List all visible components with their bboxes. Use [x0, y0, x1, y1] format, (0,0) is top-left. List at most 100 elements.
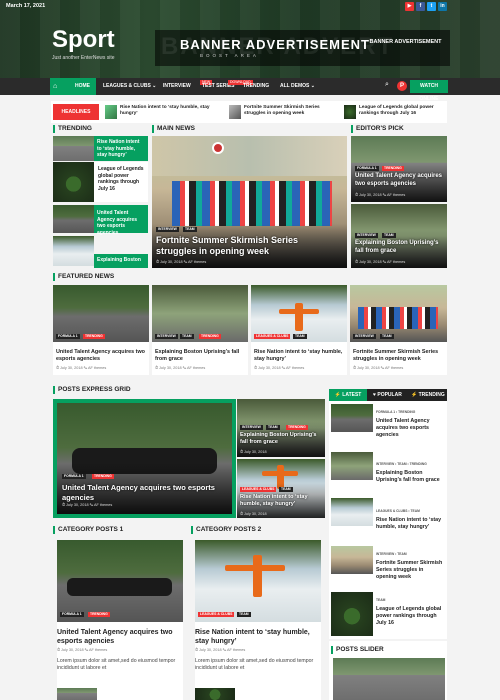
youtube-icon[interactable]: ▶: [405, 2, 414, 11]
watch-online-button[interactable]: WATCH ONLINE: [410, 80, 448, 102]
cat1-title[interactable]: United Talent Agency acquires two esport…: [57, 628, 179, 646]
banner-advertisement[interactable]: BANNER ADVERT BANNER ADVERTISEMENT BOOST…: [155, 30, 450, 66]
featured-title[interactable]: Fortnite Summer Skirmish Series struggle…: [353, 349, 443, 363]
section-editors-pick: EDITOR'S PICK: [351, 125, 404, 133]
sidebar-tags: INTERVIEW • TEAM • TRENDING: [376, 462, 427, 466]
sidebar-thumb[interactable]: [331, 452, 373, 480]
facebook-icon[interactable]: f: [416, 2, 425, 11]
ticker-thumb[interactable]: [105, 105, 117, 119]
sidebar-thumb[interactable]: [331, 592, 373, 636]
tag[interactable]: FORMULA 1: [62, 474, 86, 479]
express-big-title[interactable]: United Talent Agency acquires two esport…: [62, 483, 222, 502]
tag[interactable]: INTERVIEW: [353, 334, 376, 339]
pinterest-icon[interactable]: P: [397, 81, 407, 91]
trending-card[interactable]: Explaining Boston: [94, 254, 148, 268]
featured-meta: ⏱ July 30, 2018 ✎ AF themes: [56, 366, 107, 370]
tab-popular[interactable]: ♥ POPULAR: [373, 389, 402, 401]
ticker-thumb[interactable]: [229, 105, 241, 119]
banner-side-label: BANNER ADVERTISEMENT: [369, 39, 442, 45]
search-icon[interactable]: ⌕: [385, 81, 389, 89]
sidebar-title[interactable]: United Talent Agency acquires two esport…: [376, 418, 444, 439]
tag[interactable]: TRENDING: [92, 474, 114, 479]
sidebar-thumb[interactable]: [331, 498, 373, 526]
nav-trending[interactable]: TRENDING: [243, 78, 269, 95]
cat2-image[interactable]: [195, 540, 321, 622]
tag[interactable]: TEAM: [293, 334, 307, 339]
tab-latest[interactable]: ⚡ LATEST: [329, 389, 367, 401]
cat1-image[interactable]: [57, 540, 183, 622]
section-posts-slider: POSTS SLIDER: [331, 646, 384, 654]
nav-all-demos[interactable]: ALL DEMOS ⌄: [280, 78, 315, 95]
cat2-thumb[interactable]: [195, 688, 235, 700]
tag[interactable]: INTERVIEW: [240, 425, 263, 430]
cat1-thumb[interactable]: [57, 688, 97, 700]
featured-title[interactable]: Explaining Boston Uprising’s fall from g…: [155, 349, 245, 363]
tag[interactable]: TEAM: [180, 334, 194, 339]
tag[interactable]: LEAGUES & CLUBS: [240, 487, 277, 492]
tag[interactable]: TEAM: [380, 334, 394, 339]
tag[interactable]: INTERVIEW: [355, 233, 378, 238]
sidebar-title[interactable]: Fortnite Summer Skirmish Series struggle…: [376, 560, 444, 581]
home-icon[interactable]: ⌂: [53, 78, 57, 95]
tag[interactable]: TEAM: [266, 425, 280, 430]
tag[interactable]: FORMULA 1: [56, 334, 80, 339]
trending-card[interactable]: United Talent Agency acquires two esport…: [94, 205, 148, 236]
ticker-item[interactable]: Rise Nation intent to ‘stay humble, stay…: [120, 105, 225, 117]
tag[interactable]: TRENDING: [382, 166, 404, 171]
headlines-label: HEADLINES: [53, 104, 99, 120]
tag[interactable]: INTERVIEW: [155, 334, 178, 339]
featured-meta: ⏱ July 30, 2018 ✎ AF themes: [155, 366, 206, 370]
tag[interactable]: LEAGUES & CLUBS: [198, 612, 235, 617]
headlines-ticker: HEADLINES Rise Nation intent to ‘stay hu…: [51, 101, 447, 123]
cat2-title[interactable]: Rise Nation intent to ‘stay humble, stay…: [195, 628, 317, 646]
slider-image[interactable]: [333, 658, 445, 700]
editors-pick-title[interactable]: Explaining Boston Uprising’s fall from g…: [355, 240, 443, 255]
trending-thumb[interactable]: [53, 162, 94, 202]
tab-trending[interactable]: ⚡ TRENDING: [411, 389, 445, 401]
express-big-meta: ⏱ July 30, 2018 ✎ AF themes: [62, 503, 113, 507]
trending-thumb[interactable]: [53, 136, 94, 161]
ticker-item[interactable]: Fortnite Summer Skirmish Series struggle…: [244, 105, 339, 117]
trending-thumb[interactable]: [53, 236, 94, 266]
tag[interactable]: TRENDING: [83, 334, 105, 339]
tag[interactable]: TEAM: [382, 233, 396, 238]
featured-title[interactable]: United Talent Agency acquires two esport…: [56, 349, 146, 363]
banner-subtitle: BOOST AREA: [200, 53, 259, 58]
tag[interactable]: FORMULA 1: [60, 612, 84, 617]
express-small-meta: ⏱ July 30, 2018: [240, 512, 267, 516]
twitter-icon[interactable]: t: [427, 2, 436, 11]
editors-pick-title[interactable]: United Talent Agency acquires two esport…: [355, 173, 443, 188]
tag[interactable]: TRENDING: [286, 425, 308, 430]
express-small-title[interactable]: Explaining Boston Uprising’s fall from g…: [240, 432, 322, 446]
trending-card[interactable]: Rise Nation intent to ‘stay humble, stay…: [94, 136, 148, 161]
tag[interactable]: TEAM: [183, 227, 197, 232]
trending-card[interactable]: League of Legends global power rankings …: [94, 162, 148, 202]
sidebar-thumb[interactable]: [331, 404, 373, 432]
editors-pick-meta: ⏱ July 30, 2018 ✎ AF themes: [355, 260, 406, 264]
tag[interactable]: TEAM: [279, 487, 293, 492]
nav-home[interactable]: HOME: [75, 78, 90, 95]
featured-title[interactable]: Rise Nation intent to ‘stay humble, stay…: [254, 349, 344, 363]
sidebar-title[interactable]: League of Legends global power rankings …: [376, 606, 444, 627]
tag[interactable]: TRENDING: [199, 334, 221, 339]
express-small-title[interactable]: Rise Nation intent to ‘stay humble, stay…: [240, 494, 322, 508]
ticker-item[interactable]: League of Legends global power rankings …: [343, 105, 448, 117]
sidebar-tags: LEAGUES & CLUBS • TEAM: [376, 509, 420, 513]
nav-interview[interactable]: INTERVIEW: [163, 78, 191, 95]
site-tagline: Just another EnterNews site: [52, 55, 115, 61]
trending-title: United Talent Agency acquires two esport…: [97, 210, 138, 236]
tag[interactable]: LEAGUES & CLUBS: [254, 334, 291, 339]
sidebar-title[interactable]: Explaining Boston Uprising’s fall from g…: [376, 470, 444, 484]
tag[interactable]: FORMULA 1: [355, 166, 379, 171]
nav-leagues[interactable]: LEAGUES & CLUBS ⌄: [103, 78, 156, 95]
sidebar-title[interactable]: Rise Nation intent to ‘stay humble, stay…: [376, 517, 444, 531]
sidebar-thumb[interactable]: [331, 546, 373, 574]
tag[interactable]: TEAM: [237, 612, 251, 617]
trending-thumb[interactable]: [53, 205, 94, 233]
sidebar-tags: FORMULA 1 • TRENDING: [376, 410, 416, 414]
main-news-title[interactable]: Fortnite Summer Skirmish Series struggle…: [156, 235, 341, 257]
linkedin-icon[interactable]: in: [438, 2, 447, 11]
tag[interactable]: TRENDING: [88, 612, 110, 617]
site-logo[interactable]: Sport: [52, 26, 115, 54]
tag[interactable]: INTERVIEW: [156, 227, 179, 232]
